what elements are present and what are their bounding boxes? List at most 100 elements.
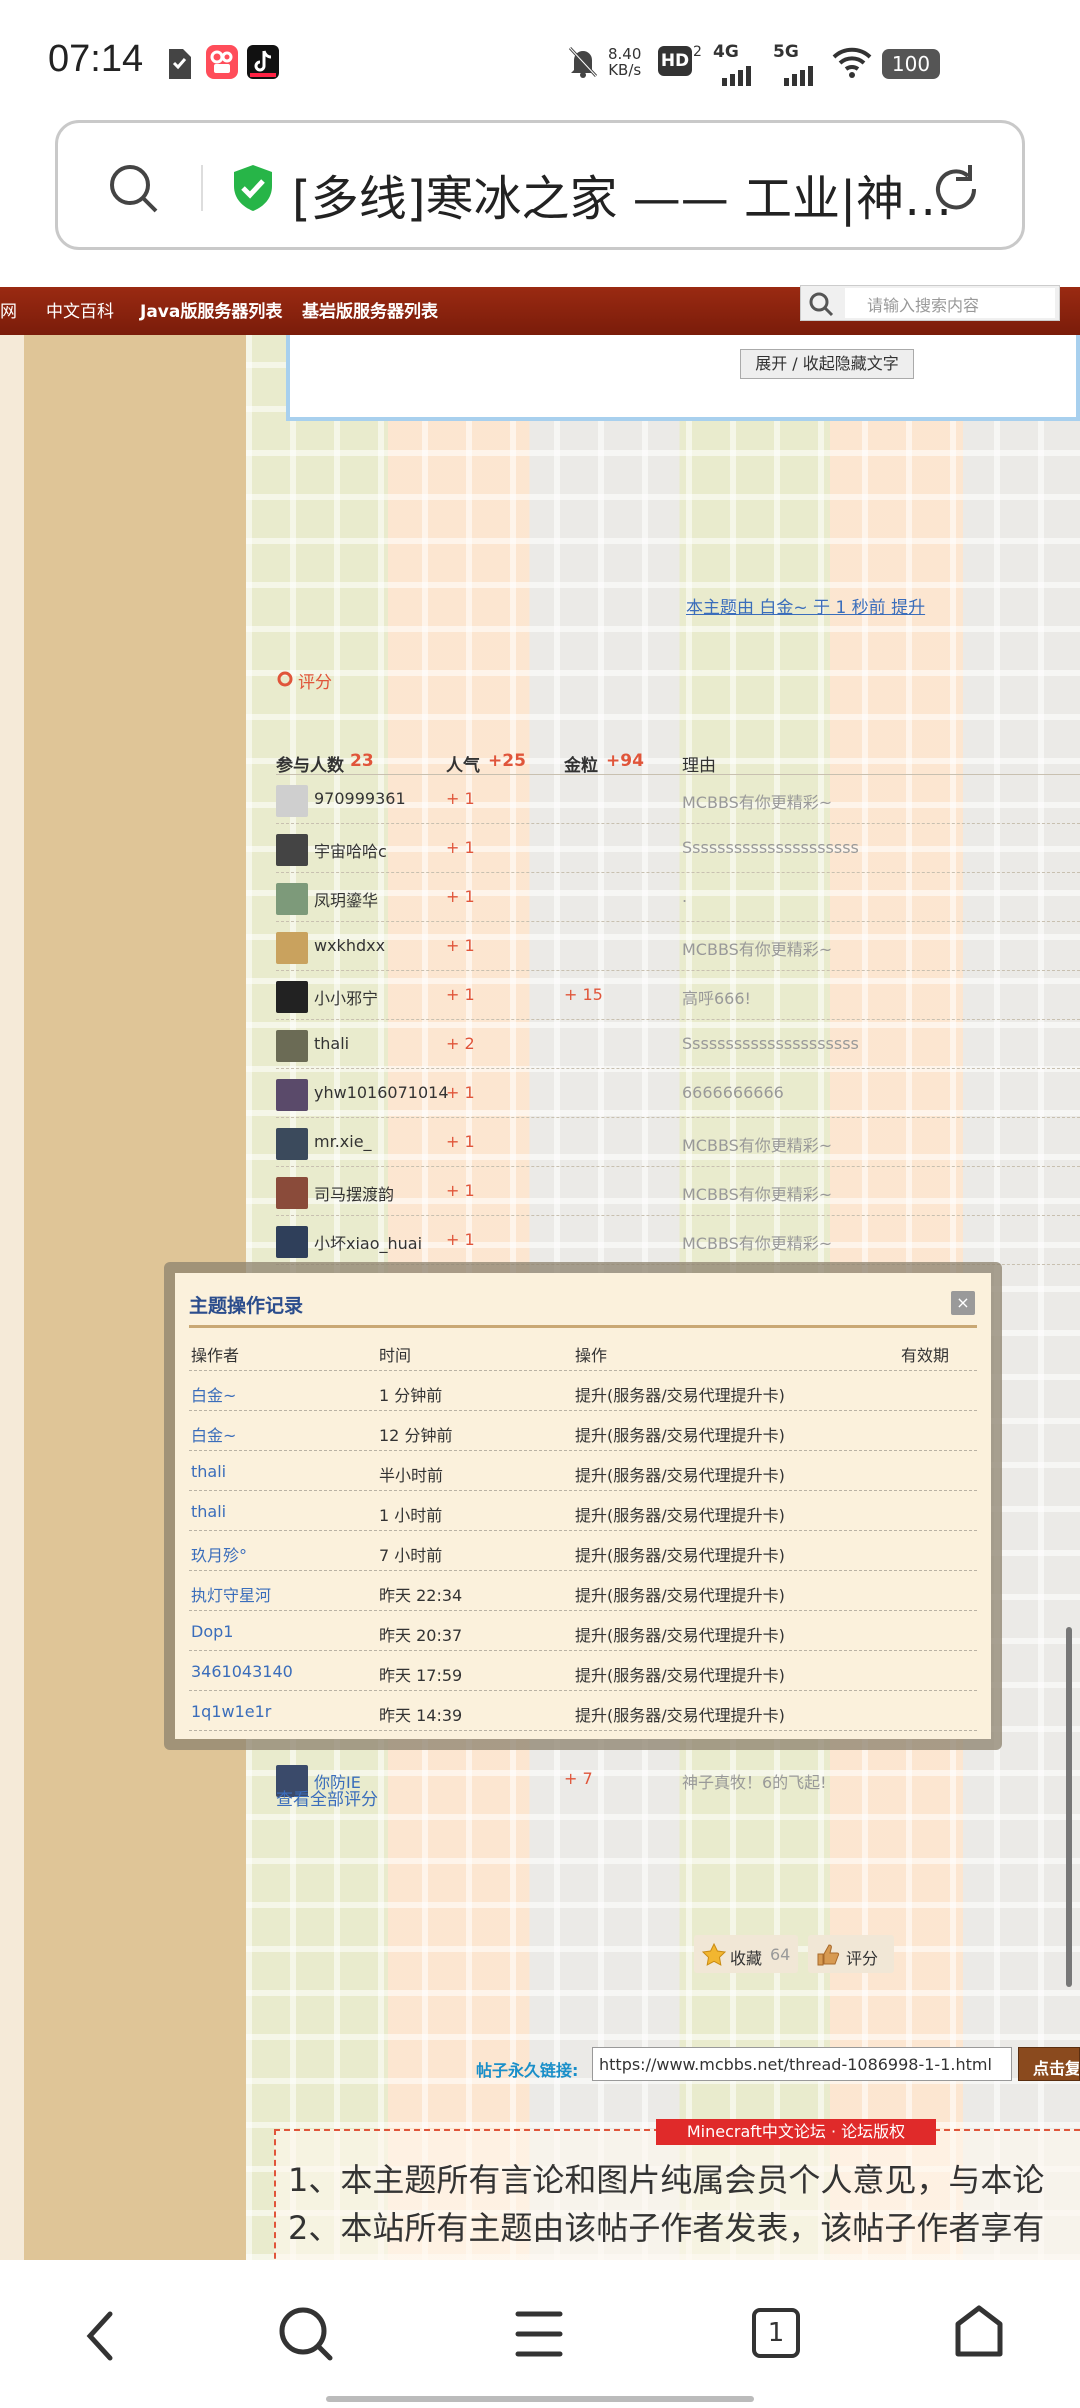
rater-name[interactable]: 凤玥鎏华 [314, 887, 378, 911]
rate-button[interactable]: 评分 [808, 1935, 894, 1973]
net-speed: 8.40 KB/s [608, 46, 641, 78]
log-row: thali 1 小时前 提升(服务器/交易代理提升卡) [189, 1491, 977, 1531]
log-time: 昨天 20:37 [379, 1626, 463, 1645]
site-search-input[interactable]: 请输入搜索内容 [867, 292, 979, 316]
menu-icon[interactable] [514, 2308, 564, 2360]
copy-link-button[interactable]: 点击复 [1018, 2047, 1080, 2081]
dialog-body: 主题操作记录 × 操作者 时间 操作 有效期 白金~ 1 分钟前 提升(服务器/交易… [175, 1273, 991, 1739]
toggle-hidden-text-button[interactable]: 展开 / 收起隐藏文字 [740, 349, 914, 379]
log-row: 3461043140 昨天 17:59 提升(服务器/交易代理提升卡) [189, 1651, 977, 1691]
address-bar[interactable]: [多线]寒冰之家 —— 工业|神… [55, 120, 1025, 250]
tabs-button[interactable]: 1 [752, 2308, 800, 2358]
page-title-in-address-bar[interactable]: [多线]寒冰之家 —— 工业|神… [292, 159, 952, 229]
rater-name[interactable]: 小坏xiao_huai [314, 1230, 422, 1254]
back-icon[interactable] [82, 2308, 122, 2364]
rater-popularity: + 1 [446, 985, 475, 1004]
popularity-label: 人气 [446, 756, 480, 776]
rater-reason: . [682, 887, 688, 906]
thread-log-dialog: 主题操作记录 × 操作者 时间 操作 有效期 白金~ 1 分钟前 提升(服务器/交易… [164, 1262, 1002, 1750]
rater-gold: + 7 [564, 1769, 593, 1788]
site-search-icon[interactable] [807, 290, 835, 318]
avatar[interactable] [276, 785, 308, 817]
reload-icon[interactable] [928, 161, 984, 217]
nav-item-bedrock-servers[interactable]: 基岩版服务器列表 [302, 297, 438, 322]
avatar[interactable] [276, 883, 308, 915]
log-time: 12 分钟前 [379, 1426, 453, 1445]
battery-level: 100 [891, 52, 931, 76]
avatar[interactable] [276, 1030, 308, 1062]
rater-popularity: + 1 [446, 789, 475, 808]
copyright-tag: Minecraft中文论坛 · 论坛版权 [656, 2119, 936, 2145]
avatar[interactable] [276, 1128, 308, 1160]
log-action: 提升(服务器/交易代理提升卡) [575, 1666, 785, 1685]
nav-item-java-servers[interactable]: Java版服务器列表 [140, 297, 282, 322]
status-bar: 07:14 8.40 KB/s HD 2 4G 5G 100 [0, 0, 1080, 118]
rater-reason: MCBBS有你更精彩~ [682, 940, 833, 959]
battery-indicator: 100 [882, 49, 940, 79]
avatar[interactable] [276, 1079, 308, 1111]
site-search[interactable]: 请输入搜索内容 [800, 285, 1060, 321]
table-row: 小坏xiao_huai + 1 MCBBS有你更精彩~ [276, 1216, 1080, 1265]
log-operator[interactable]: 玖月殄° [191, 1542, 247, 1566]
copyright-line-2: 2、本站所有主题由该帖子作者发表，该帖子作者享有 [288, 2209, 1045, 2247]
rater-popularity: + 1 [446, 1230, 475, 1249]
rater-name[interactable]: mr.xie_ [314, 1132, 372, 1151]
scrollbar-thumb[interactable] [1066, 1627, 1072, 1987]
tiktok-app-icon [247, 45, 279, 79]
table-row: 小小邪宁 + 1 + 15 高呼666! [276, 971, 1080, 1020]
avatar[interactable] [276, 932, 308, 964]
bump-notice-link[interactable]: 本主题由 白金~ 于 1 秒前 提升 [686, 593, 925, 618]
table-row: 宇宙哈哈c + 1 Sssssssssssssssssssss [276, 824, 1080, 873]
rater-popularity: + 1 [446, 1132, 475, 1151]
rater-name[interactable]: 宇宙哈哈c [314, 838, 387, 862]
copyright-line-1: 1、本主题所有言论和图片纯属会员个人意见，与本论 [288, 2161, 1045, 2199]
log-operator[interactable]: 白金~ [191, 1382, 236, 1406]
avatar[interactable] [276, 981, 308, 1013]
table-row: 970999361 + 1 MCBBS有你更精彩~ [276, 775, 1080, 824]
log-operator[interactable]: thali [191, 1502, 226, 1521]
log-action: 提升(服务器/交易代理提升卡) [575, 1466, 785, 1485]
log-operator[interactable]: 白金~ [191, 1422, 236, 1446]
permalink-field[interactable]: https://www.mcbbs.net/thread-1086998-1-1… [592, 2047, 1012, 2081]
log-operator[interactable]: 3461043140 [191, 1662, 293, 1681]
log-time: 昨天 22:34 [379, 1586, 463, 1605]
table-row: 凤玥鎏华 + 1. [276, 873, 1080, 922]
log-operator[interactable]: thali [191, 1462, 226, 1481]
header-action: 操作 [575, 1346, 608, 1365]
nav-item[interactable]: 网 [0, 297, 17, 322]
permalink-label: 帖子永久链接: [476, 2061, 579, 2080]
gesture-bar[interactable] [326, 2396, 754, 2402]
kuaishou-app-icon [206, 45, 238, 79]
divider [201, 165, 203, 211]
rater-name[interactable]: wxkhdxx [314, 936, 385, 955]
thumbs-up-icon [817, 1944, 840, 1966]
net-speed-unit: KB/s [608, 61, 642, 79]
rater-reason: Sssssssssssssssssssss [682, 838, 859, 857]
nav-item-wiki[interactable]: 中文百科 [46, 297, 114, 322]
avatar[interactable] [276, 834, 308, 866]
dialog-divider [189, 1325, 977, 1328]
home-icon[interactable] [954, 2304, 1004, 2360]
log-operator[interactable]: Dop1 [191, 1622, 233, 1641]
rater-reason: 神子真牧！6的飞起! [682, 1773, 827, 1792]
permalink-url[interactable]: https://www.mcbbs.net/thread-1086998-1-1… [599, 2055, 992, 2074]
log-operator[interactable]: 1q1w1e1r [191, 1702, 271, 1721]
star-icon [702, 1943, 726, 1966]
rater-name[interactable]: 小小邪宁 [314, 985, 378, 1009]
close-icon[interactable]: × [951, 1291, 975, 1315]
rater-name[interactable]: 970999361 [314, 789, 406, 808]
rater-popularity: + 1 [446, 838, 475, 857]
rater-name[interactable]: thali [314, 1034, 349, 1053]
rater-name[interactable]: yhw1016071014 [314, 1083, 449, 1102]
avatar[interactable] [276, 1226, 308, 1258]
log-time: 昨天 14:39 [379, 1706, 463, 1725]
favorite-button[interactable]: 收藏 64 [694, 1935, 798, 1973]
search-icon[interactable] [276, 2304, 336, 2364]
view-all-ratings-link[interactable]: 查看全部评分 [276, 1785, 378, 1810]
avatar[interactable] [276, 1177, 308, 1209]
log-operator[interactable]: 执灯守星河 [191, 1582, 271, 1606]
search-icon[interactable] [106, 161, 162, 217]
hd-voice-badge: HD [658, 46, 692, 76]
rater-name[interactable]: 司马摆渡韵 [314, 1181, 394, 1205]
rater-popularity: + 1 [446, 1181, 475, 1200]
